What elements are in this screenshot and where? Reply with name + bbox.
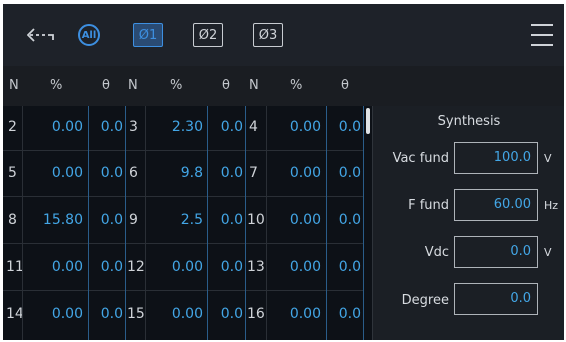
harmonic-percent-input[interactable]: 0.00: [269, 259, 321, 275]
harmonic-number: 8: [8, 212, 17, 228]
harmonic-phase-input[interactable]: 0.0: [327, 259, 361, 275]
header-n-3: N: [249, 78, 259, 93]
harmonic-percent-input[interactable]: 0.00: [269, 212, 321, 228]
harmonic-number: 6: [129, 165, 138, 181]
column-divider: [266, 106, 267, 340]
header-n-1: N: [9, 78, 19, 93]
menu-bar: [531, 24, 553, 26]
phase-1-button[interactable]: Ø1: [133, 23, 163, 47]
header-percent-3: %: [290, 78, 303, 93]
harmonic-number: 12: [127, 259, 145, 275]
degree-label: Degree: [401, 293, 449, 308]
column-divider: [326, 106, 327, 340]
harmonic-number: 13: [247, 259, 265, 275]
harmonic-percent-input[interactable]: 0.00: [151, 259, 203, 275]
back-arrow-icon[interactable]: [21, 22, 61, 48]
harmonic-phase-input[interactable]: 0.0: [327, 119, 361, 135]
vdc-unit: V: [544, 246, 552, 259]
column-divider: [207, 106, 208, 340]
top-toolbar: All Ø1 Ø2 Ø3: [3, 4, 564, 66]
harmonic-number: 10: [247, 212, 265, 228]
harmonic-percent-input[interactable]: 0.00: [269, 306, 321, 322]
harmonic-phase-input[interactable]: 0.0: [89, 259, 123, 275]
column-divider: [245, 106, 246, 340]
table-row: 2 0.00 0.0 3 2.30 0.0 4 0.00 0.0: [3, 106, 363, 151]
harmonic-phase-input[interactable]: 0.0: [89, 306, 123, 322]
table-row: 5 0.00 0.0 6 9.8 0.0 7 0.00 0.0: [3, 152, 363, 197]
header-n-2: N: [128, 78, 138, 93]
vdc-input[interactable]: 0.0: [454, 236, 538, 268]
column-divider: [363, 106, 364, 340]
harmonic-percent-input[interactable]: 2.5: [151, 212, 203, 228]
phase-2-button[interactable]: Ø2: [193, 23, 223, 47]
phase-3-label: Ø3: [258, 27, 278, 43]
column-divider: [145, 106, 146, 340]
table-row: 14 0.00 0.0 15 0.00 0.0 16 0.00 0.0: [3, 293, 363, 338]
harmonic-percent-input[interactable]: 15.80: [31, 212, 83, 228]
header-theta-2: θ: [222, 78, 230, 93]
column-divider: [125, 106, 126, 340]
f-fund-label: F fund: [408, 198, 449, 213]
harmonic-percent-input[interactable]: 0.00: [31, 306, 83, 322]
harmonic-percent-input[interactable]: 0.00: [269, 119, 321, 135]
harmonic-number: 7: [249, 165, 258, 181]
header-theta-1: θ: [102, 78, 110, 93]
vac-fund-label: Vac fund: [392, 151, 449, 166]
harmonic-number: 5: [8, 165, 17, 181]
harmonic-phase-input[interactable]: 0.0: [209, 212, 243, 228]
harmonic-number: 3: [129, 119, 138, 135]
header-percent-2: %: [170, 78, 183, 93]
harmonic-percent-input[interactable]: 0.00: [269, 165, 321, 181]
harmonic-number: 9: [129, 212, 138, 228]
harmonic-phase-input[interactable]: 0.0: [209, 165, 243, 181]
harmonic-number: 2: [8, 119, 17, 135]
table-header: N % θ N % θ N % θ: [3, 66, 564, 106]
harmonic-number: 15: [127, 306, 145, 322]
harmonic-phase-input[interactable]: 0.0: [89, 212, 123, 228]
harmonics-screen: All Ø1 Ø2 Ø3 N % θ N % θ N % θ 2 0.00 0.…: [3, 4, 564, 340]
table-scrollbar[interactable]: [366, 108, 370, 134]
vac-fund-unit: V: [544, 152, 552, 165]
harmonic-percent-input[interactable]: 0.00: [31, 259, 83, 275]
harmonic-phase-input[interactable]: 0.0: [327, 306, 361, 322]
harmonic-percent-input[interactable]: 0.00: [151, 306, 203, 322]
synthesis-title: Synthesis: [437, 114, 501, 129]
header-percent-1: %: [50, 78, 63, 93]
harmonic-number: 4: [249, 119, 258, 135]
harmonic-number: 16: [247, 306, 265, 322]
harmonic-percent-input[interactable]: 0.00: [31, 119, 83, 135]
column-divider: [88, 106, 89, 340]
harmonics-table: 2 0.00 0.0 3 2.30 0.0 4 0.00 0.0 5 0.00 …: [3, 106, 363, 340]
phase-1-label: Ø1: [138, 27, 158, 43]
f-fund-input[interactable]: 60.00: [454, 189, 538, 221]
vac-fund-input[interactable]: 100.0: [454, 142, 538, 174]
harmonic-phase-input[interactable]: 0.0: [209, 259, 243, 275]
f-fund-unit: Hz: [544, 199, 559, 212]
harmonic-phase-input[interactable]: 0.0: [327, 165, 361, 181]
harmonic-percent-input[interactable]: 9.8: [151, 165, 203, 181]
phase-3-button[interactable]: Ø3: [253, 23, 283, 47]
synthesis-panel: Synthesis Vac fund 100.0 V F fund 60.00 …: [372, 106, 564, 340]
harmonic-phase-input[interactable]: 0.0: [327, 212, 361, 228]
harmonic-percent-input[interactable]: 2.30: [151, 119, 203, 135]
menu-bar: [531, 44, 553, 46]
all-phases-button[interactable]: All: [78, 24, 100, 46]
hamburger-menu-icon[interactable]: [530, 24, 554, 46]
menu-bar: [531, 34, 553, 36]
harmonic-percent-input[interactable]: 0.00: [31, 165, 83, 181]
harmonic-phase-input[interactable]: 0.0: [89, 119, 123, 135]
harmonic-phase-input[interactable]: 0.0: [209, 306, 243, 322]
harmonic-phase-input[interactable]: 0.0: [209, 119, 243, 135]
all-phases-label: All: [81, 29, 97, 41]
harmonic-phase-input[interactable]: 0.0: [89, 165, 123, 181]
phase-2-label: Ø2: [198, 27, 218, 43]
column-divider: [22, 106, 23, 340]
vdc-label: Vdc: [424, 245, 449, 260]
degree-input[interactable]: 0.0: [454, 283, 538, 315]
header-theta-3: θ: [341, 78, 349, 93]
table-row: 11 0.00 0.0 12 0.00 0.0 13 0.00 0.0: [3, 246, 363, 291]
table-row: 8 15.80 0.0 9 2.5 0.0 10 0.00 0.0: [3, 199, 363, 244]
